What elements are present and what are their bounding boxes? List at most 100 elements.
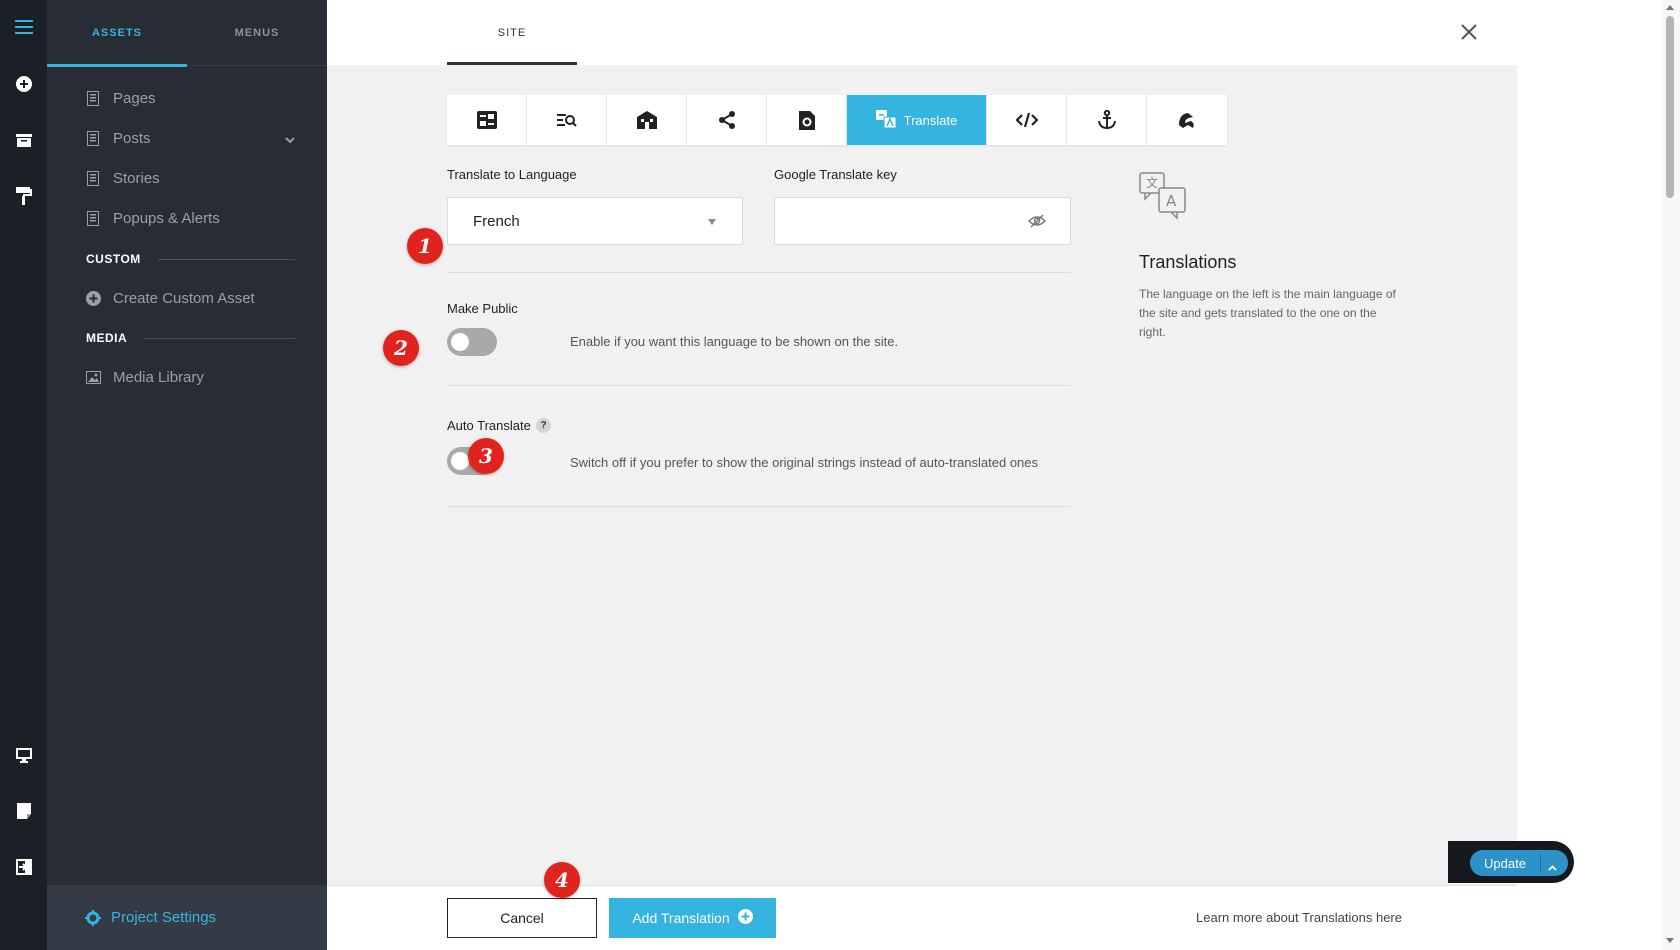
- sidebar-item-media-library[interactable]: Media Library: [85, 362, 295, 392]
- exit-icon[interactable]: [0, 847, 47, 887]
- page-icon: [85, 170, 101, 186]
- close-icon[interactable]: [1457, 20, 1481, 44]
- google-key-input[interactable]: [785, 208, 1025, 236]
- toggle-knob: [451, 452, 469, 470]
- make-public-label: Make Public: [447, 301, 518, 316]
- help-icon[interactable]: ?: [536, 418, 551, 433]
- make-public-toggle[interactable]: [447, 328, 497, 356]
- add-translation-button[interactable]: Add Translation: [609, 898, 776, 938]
- create-custom-asset-label: Create Custom Asset: [113, 289, 255, 307]
- sidebar-item-label: Media Library: [113, 368, 204, 386]
- scrollbar-thumb[interactable]: [1666, 16, 1674, 198]
- tab-site-label: SITE: [497, 26, 527, 39]
- add-icon[interactable]: [0, 64, 47, 104]
- chevron-down-icon[interactable]: [285, 131, 295, 148]
- language-select[interactable]: French: [447, 197, 743, 245]
- tab-active-indicator: [447, 62, 577, 65]
- language-label: Translate to Language: [447, 167, 577, 182]
- menu-icon[interactable]: [0, 7, 47, 47]
- update-label: Update: [1484, 855, 1526, 871]
- sidebar-item-posts[interactable]: Posts: [85, 123, 295, 153]
- callout-badge-1: 1: [407, 228, 443, 264]
- svg-text:文: 文: [1146, 175, 1158, 190]
- add-circle-icon: [85, 290, 101, 306]
- share-icon[interactable]: [687, 95, 767, 145]
- add-circle-icon: [737, 909, 753, 927]
- paint-roller-icon[interactable]: [0, 176, 47, 216]
- form-divider: [447, 272, 1071, 273]
- update-divider: [1540, 854, 1541, 872]
- project-settings-button[interactable]: Project Settings: [47, 885, 327, 950]
- cancel-button[interactable]: Cancel: [447, 898, 597, 938]
- page-icon: [85, 210, 101, 226]
- section-divider: [158, 259, 295, 260]
- google-key-field[interactable]: [774, 197, 1071, 245]
- project-settings-label: Project Settings: [111, 909, 217, 926]
- image-icon: [85, 369, 101, 385]
- tab-site[interactable]: SITE: [447, 0, 577, 65]
- tab-assets[interactable]: ASSETS: [47, 0, 187, 67]
- translate-icon: [875, 109, 897, 131]
- chevron-up-icon[interactable]: [1548, 859, 1557, 874]
- archive-icon[interactable]: [0, 120, 47, 160]
- gear-icon: [85, 909, 101, 926]
- sidebar-item-label: Popups & Alerts: [113, 209, 220, 227]
- auto-translate-description: Switch off if you prefer to show the ori…: [570, 455, 1039, 470]
- sidebar-item-label: Pages: [113, 89, 156, 107]
- general-settings-icon[interactable]: [447, 95, 527, 145]
- code-icon[interactable]: [987, 95, 1067, 145]
- toggle-knob: [451, 333, 469, 351]
- update-button[interactable]: Update: [1470, 850, 1568, 876]
- language-value: French: [473, 212, 520, 230]
- sidebar-item-label: Posts: [113, 129, 151, 147]
- dragon-icon[interactable]: [1147, 95, 1227, 145]
- tab-menus-label: MENUS: [234, 27, 280, 39]
- eye-off-icon[interactable]: [1027, 214, 1047, 233]
- sidebar-item-stories[interactable]: Stories: [85, 163, 295, 193]
- scroll-up-icon[interactable]: [1666, 5, 1674, 10]
- tab-assets-label: ASSETS: [91, 27, 142, 39]
- sidebar-item-pages[interactable]: Pages: [85, 83, 295, 113]
- note-icon[interactable]: [0, 791, 47, 831]
- auto-translate-label: Auto Translate: [447, 418, 531, 433]
- sidebar-item-popups[interactable]: Popups & Alerts: [85, 203, 295, 233]
- company-icon[interactable]: [607, 95, 687, 145]
- desktop-icon[interactable]: [0, 735, 47, 775]
- callout-badge-2: 2: [383, 330, 419, 366]
- section-heading-media: MEDIA: [86, 331, 128, 345]
- tab-translate-label: Translate: [903, 112, 958, 128]
- app-root: ASSETS MENUS Pages Posts Stories Popups …: [0, 0, 1680, 950]
- translate-illustration-icon: 文A: [1139, 172, 1187, 225]
- scroll-down-icon[interactable]: [1666, 938, 1674, 943]
- form-divider: [447, 385, 1071, 386]
- caret-down-icon: [708, 219, 716, 225]
- callout-badge-3: 3: [468, 438, 504, 474]
- update-widget: Update: [1448, 841, 1574, 883]
- info-title: Translations: [1139, 252, 1237, 272]
- form-divider: [447, 506, 1071, 507]
- learn-more-link[interactable]: Learn more about Translations here: [1196, 910, 1402, 925]
- add-translation-label: Add Translation: [632, 910, 730, 926]
- svg-text:A: A: [1166, 192, 1177, 210]
- panel-footer: Cancel Add Translation Learn more about …: [327, 885, 1517, 950]
- create-custom-asset[interactable]: Create Custom Asset: [85, 283, 295, 313]
- seo-icon[interactable]: [527, 95, 607, 145]
- file-settings-icon[interactable]: [767, 95, 847, 145]
- google-key-label: Google Translate key: [774, 167, 897, 182]
- settings-panel: SITE Translate Translate to Language Fre…: [327, 0, 1517, 950]
- settings-toolbar: Translate: [447, 95, 1227, 145]
- page-scrollbar[interactable]: [1662, 0, 1680, 950]
- page-icon: [85, 130, 101, 146]
- sidebar-item-label: Stories: [113, 169, 160, 187]
- make-public-description: Enable if you want this language to be s…: [570, 334, 899, 349]
- anchor-icon[interactable]: [1067, 95, 1147, 145]
- section-divider: [144, 338, 295, 339]
- icon-rail: [0, 0, 47, 950]
- section-heading-custom: CUSTOM: [86, 252, 141, 266]
- info-text: The language on the left is the main lan…: [1139, 287, 1396, 339]
- tab-menus[interactable]: MENUS: [187, 0, 327, 66]
- callout-badge-4: 4: [544, 862, 580, 898]
- assets-sidebar: ASSETS MENUS Pages Posts Stories Popups …: [47, 0, 327, 950]
- panel-header: SITE: [327, 0, 1517, 65]
- tab-translate[interactable]: Translate: [847, 95, 987, 145]
